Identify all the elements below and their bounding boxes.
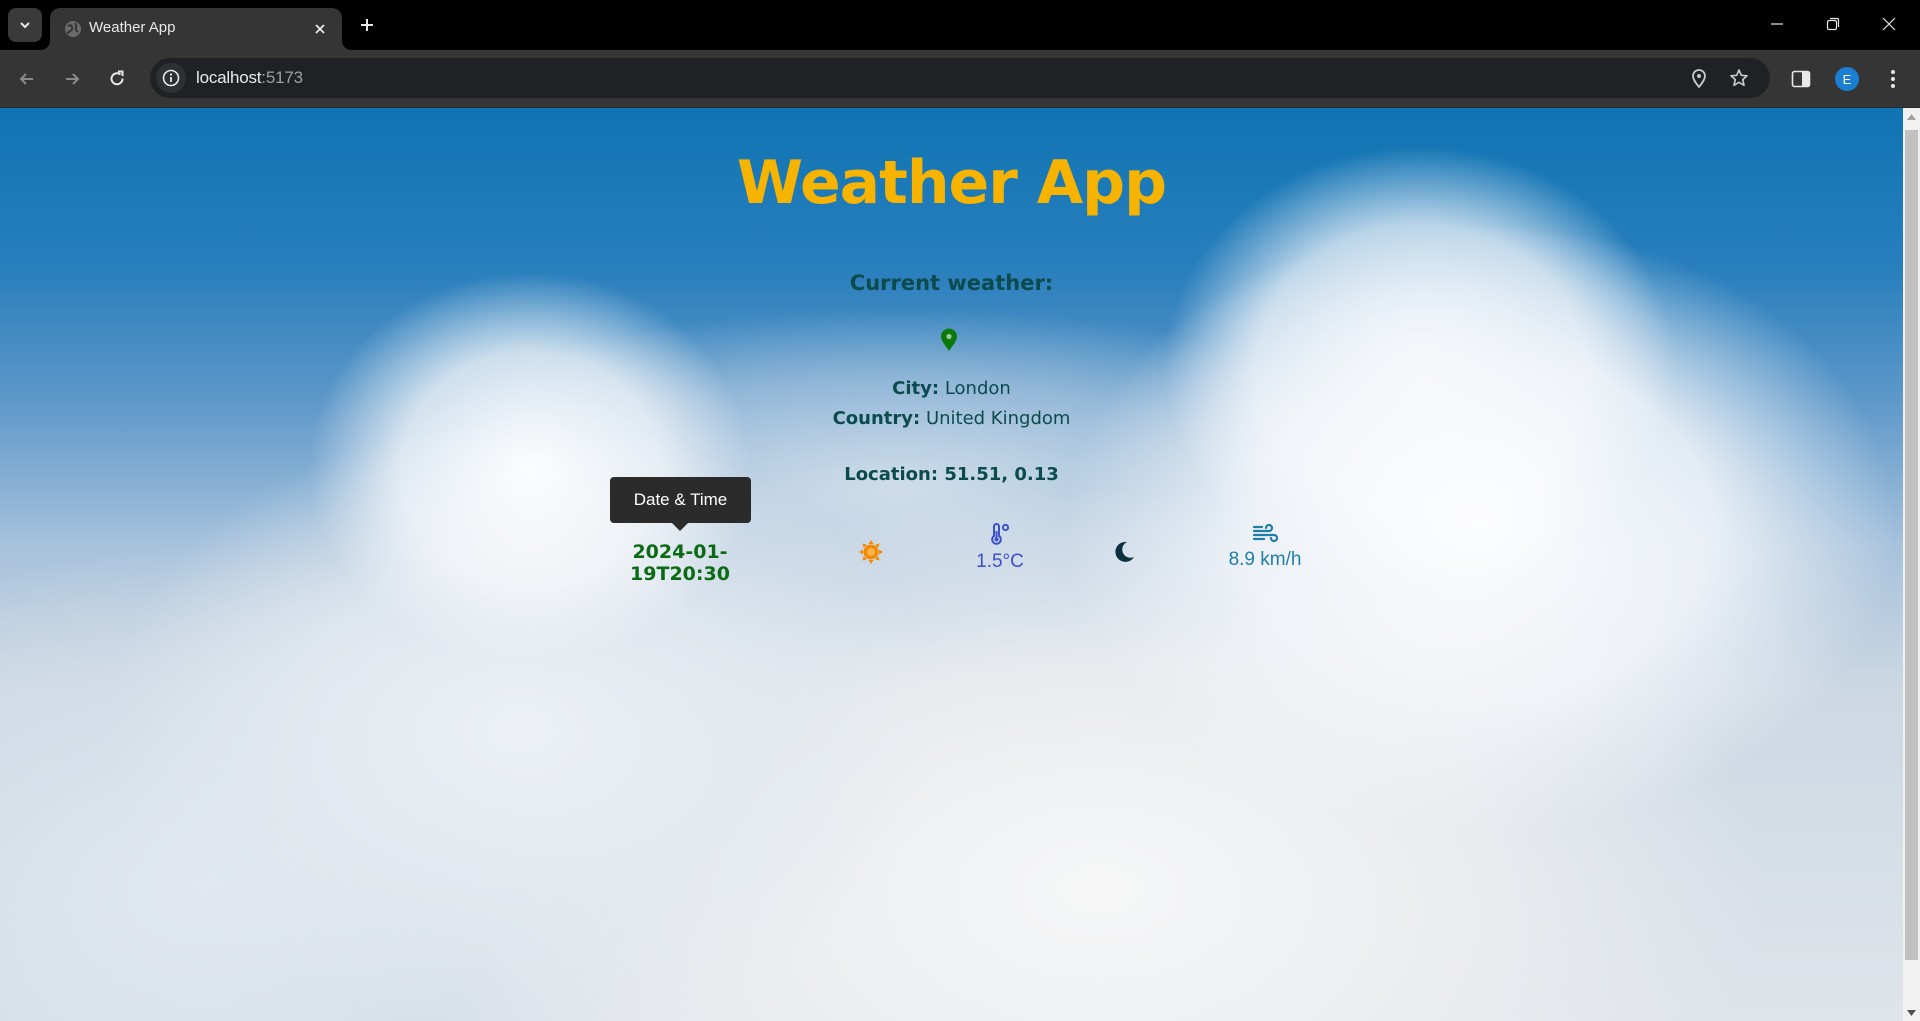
url-text: localhost:5173 [196,68,303,88]
back-button[interactable] [11,63,43,95]
bookmark-button[interactable] [1725,64,1753,92]
moon-icon[interactable] [1112,540,1136,564]
chevron-down-icon [20,22,30,29]
scroll-up-button[interactable] [1903,108,1920,125]
minimize-button[interactable] [1754,6,1800,42]
tab-strip: Weather App [0,0,1920,50]
triangle-down-icon [1907,1009,1916,1016]
tab-title: Weather App [89,19,176,36]
thermometer-icon [991,523,1010,545]
city-label: City: [892,378,940,399]
country-value: United Kingdom [925,408,1071,429]
side-panel-button[interactable] [1785,63,1817,95]
scroll-down-button[interactable] [1903,1004,1920,1021]
close-window-button[interactable] [1866,6,1912,42]
wind-icon [1252,523,1278,543]
location-line: Location: 51.51, 0.13 [0,464,1903,485]
info-icon [162,69,180,87]
arrow-left-icon [19,73,33,85]
globe-icon [65,21,81,37]
page-scrollbar[interactable] [1903,108,1920,1021]
forward-button[interactable] [56,63,88,95]
location-value: 51.51, 0.13 [944,464,1059,485]
tab-weather-app[interactable]: Weather App [40,8,352,50]
city-value: London [944,378,1011,399]
star-icon [1730,69,1748,87]
map-pin-icon [941,328,957,351]
close-icon [315,24,325,34]
url-port: :5173 [261,68,303,87]
location-pin-icon [1692,69,1706,88]
browser-toolbar: localhost:5173 E [0,50,1920,108]
arrow-right-icon [66,73,80,85]
new-tab-button[interactable] [352,10,382,40]
location-label: Location: [844,464,939,485]
address-bar[interactable]: localhost:5173 [150,58,1770,98]
minimize-icon [1771,23,1783,25]
reload-icon [110,70,124,86]
weather-app: Weather App Current weather: City: Londo… [0,108,1903,1021]
more-vertical-icon [1891,70,1895,88]
city-line: City: London [0,378,1903,399]
current-weather-heading: Current weather: [849,271,1054,295]
profile-button[interactable]: E [1831,63,1863,95]
country-line: Country: United Kingdom [0,408,1903,429]
url-host: localhost [196,68,262,87]
triangle-up-icon [1907,113,1916,120]
page-viewport: Weather App Current weather: City: Londo… [0,108,1903,1021]
restore-button[interactable] [1810,6,1856,42]
reload-button[interactable] [101,63,133,95]
wind-cell[interactable]: 8.9 km/h [1205,523,1325,571]
page-title: Weather App [736,148,1167,218]
plus-icon [361,19,373,31]
close-icon [1882,17,1896,31]
wind-speed-value: 8.9 km/h [1228,549,1302,570]
location-permission-button[interactable] [1685,64,1713,92]
browser-menu-button[interactable] [1877,63,1909,95]
sun-icon[interactable] [859,540,883,564]
datetime-value[interactable]: 2024-01-19T20:30 [590,541,770,585]
tab-search-button[interactable] [8,8,42,42]
side-panel-icon [1791,70,1811,88]
restore-icon [1826,17,1840,31]
country-label: Country: [832,408,921,429]
site-info-button[interactable] [156,63,186,93]
temperature-cell[interactable]: 1.5°C [950,523,1050,573]
avatar: E [1835,67,1859,91]
tab-close-button[interactable] [308,17,332,41]
datetime-tooltip: Date & Time [610,477,751,531]
temperature-value: 1.5°C [976,551,1024,572]
scrollbar-thumb[interactable] [1905,130,1918,960]
